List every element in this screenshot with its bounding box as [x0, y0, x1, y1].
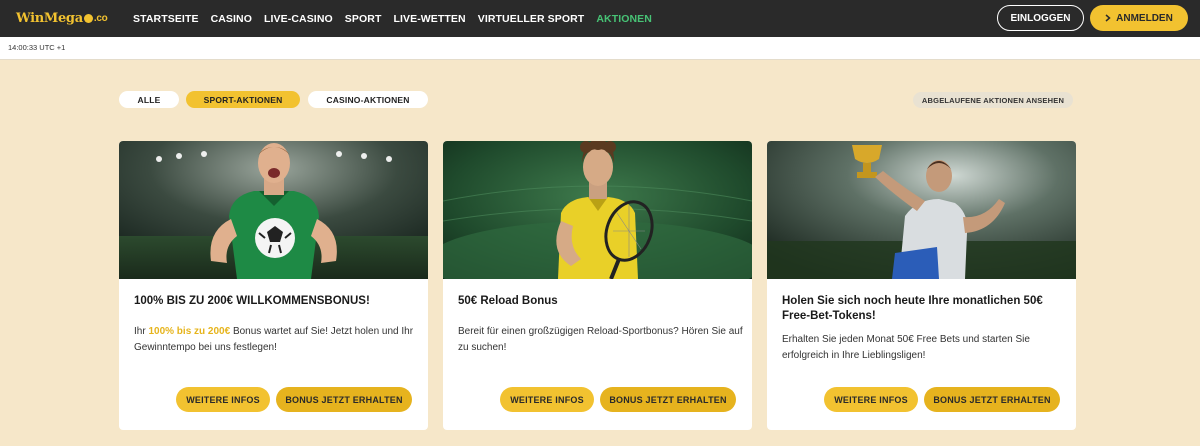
- promo-card: Holen Sie sich noch heute Ihre monatlich…: [767, 141, 1076, 430]
- nav-item-live-casino[interactable]: LIVE-CASINO: [264, 13, 333, 25]
- get-bonus-button[interactable]: BONUS JETZT ERHALTEN: [600, 387, 736, 412]
- soccer-player-image: [119, 141, 428, 279]
- promo-card: 100% BIS ZU 200€ WILLKOMMENSBONUS! Ihr 1…: [119, 141, 428, 430]
- register-button[interactable]: ANMELDEN: [1090, 5, 1188, 31]
- get-bonus-button[interactable]: BONUS JETZT ERHALTEN: [924, 387, 1060, 412]
- filter-casino[interactable]: CASINO-AKTIONEN: [308, 91, 428, 108]
- nav-item-casino[interactable]: CASINO: [211, 13, 252, 25]
- promo-description: Ihr 100% bis zu 200€ Bonus wartet auf Si…: [134, 326, 414, 353]
- nav-item-startseite[interactable]: STARTSEITE: [133, 13, 199, 25]
- more-info-button[interactable]: WEITERE INFOS: [824, 387, 918, 412]
- trophy-athlete-image: [767, 141, 1076, 279]
- more-info-button[interactable]: WEITERE INFOS: [500, 387, 594, 412]
- time-bar: 14:00:33 UTC +1: [0, 37, 1200, 60]
- promo-description: Erhalten Sie jeden Monat 50€ Free Bets u…: [782, 334, 1030, 361]
- promo-title: 100% BIS ZU 200€ WILLKOMMENSBONUS!: [134, 295, 370, 307]
- expired-promotions-link[interactable]: ABGELAUFENE AKTIONEN ANSEHEN: [913, 92, 1073, 108]
- top-navigation-bar: Win Mega .co STARTSEITE CASINO LIVE-CASINO…: [0, 0, 1200, 37]
- nav-item-virtueller-sport[interactable]: VIRTUELLER SPORT: [478, 13, 585, 25]
- bonus-highlight: 100% bis zu 200€: [148, 326, 231, 337]
- login-button[interactable]: EINLOGGEN: [997, 5, 1084, 31]
- promo-title: Holen Sie sich noch heute Ihre monatlich…: [782, 295, 1043, 322]
- chevron-right-icon: [1105, 14, 1111, 22]
- main-nav: STARTSEITE CASINO LIVE-CASINO SPORT LIVE…: [133, 0, 652, 37]
- filter-all[interactable]: ALLE: [119, 91, 179, 108]
- promo-title: 50€ Reload Bonus: [458, 295, 558, 307]
- server-time: 14:00:33 UTC +1: [8, 43, 66, 52]
- tennis-player-image: [443, 141, 752, 279]
- promo-description: Bereit für einen großzügigen Reload-Spor…: [458, 326, 743, 353]
- coin-icon: [83, 13, 93, 23]
- more-info-button[interactable]: WEITERE INFOS: [176, 387, 270, 412]
- nav-item-aktionen[interactable]: AKTIONEN: [596, 13, 652, 25]
- winmega-logo[interactable]: Win Mega .co: [16, 9, 108, 27]
- filter-sport[interactable]: SPORT-AKTIONEN: [186, 91, 300, 108]
- nav-item-sport[interactable]: SPORT: [345, 13, 382, 25]
- register-label: ANMELDEN: [1116, 12, 1173, 24]
- get-bonus-button[interactable]: BONUS JETZT ERHALTEN: [276, 387, 412, 412]
- promo-card: 50€ Reload Bonus Bereit für einen großzü…: [443, 141, 752, 430]
- nav-item-live-wetten[interactable]: LIVE-WETTEN: [393, 13, 465, 25]
